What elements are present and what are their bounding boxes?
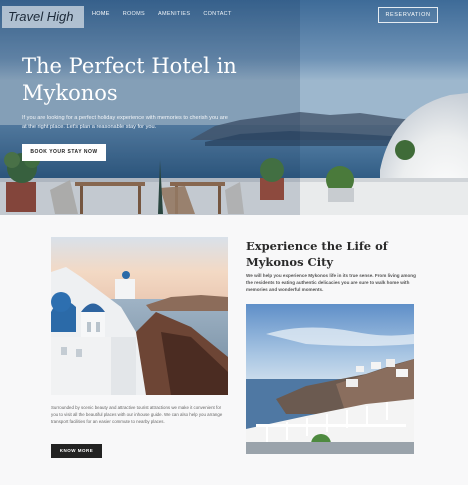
hero-subtitle: If you are looking for a perfect holiday… <box>22 115 228 130</box>
know-more-button[interactable]: KNOW MORE <box>51 444 102 458</box>
book-stay-button[interactable]: BOOK YOUR STAY NOW <box>22 144 106 161</box>
nav-item-contact[interactable]: CONTACT <box>203 11 231 17</box>
hero-title: The Perfect Hotel in Mykonos <box>22 54 237 105</box>
nav-item-home[interactable]: HOME <box>92 11 110 17</box>
hero-background-image <box>0 0 468 215</box>
page: Travel High HOME ROOMS AMENITIES CONTACT… <box>0 0 468 485</box>
hero-section: Travel High HOME ROOMS AMENITIES CONTACT… <box>0 0 468 215</box>
terrace-sea-view-photo <box>246 304 414 454</box>
nav-item-rooms[interactable]: ROOMS <box>123 11 145 17</box>
reservation-button[interactable]: RESERVATION <box>378 7 438 23</box>
brand-logo[interactable]: Travel High <box>2 6 84 28</box>
nav-item-amenities[interactable]: AMENITIES <box>158 11 190 17</box>
main-nav: HOME ROOMS AMENITIES CONTACT <box>92 11 245 17</box>
section-title: Experience the Life of Mykonos City <box>246 239 388 269</box>
santorini-village-photo <box>51 237 228 395</box>
brand-name: Travel High <box>8 9 74 24</box>
section-body: We will help you experience Mykonos life… <box>246 273 416 292</box>
attractions-text: Surrounded by scenic beauty and attracti… <box>51 405 223 424</box>
